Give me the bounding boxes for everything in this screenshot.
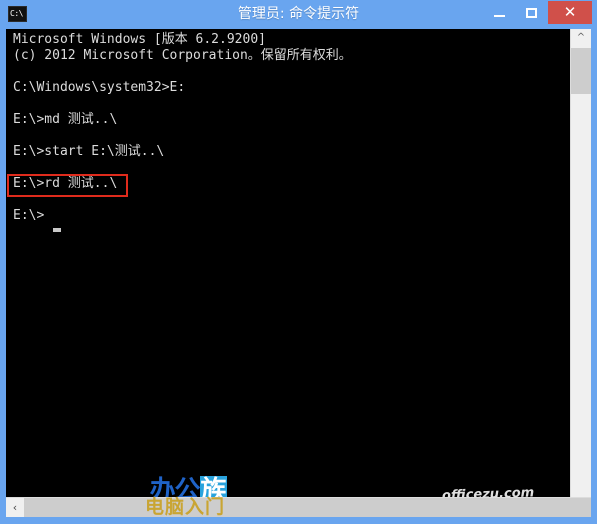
console-cursor	[53, 228, 61, 232]
vertical-scrollbar-thumb[interactable]	[571, 48, 591, 94]
maximize-button[interactable]	[518, 1, 545, 24]
maximize-icon	[526, 7, 537, 18]
watermark-brand-prefix: 办公	[149, 476, 200, 497]
watermark-brand-highlight: 族	[199, 476, 227, 497]
console-icon-glyph: C:\	[10, 9, 23, 18]
console-text: Microsoft Windows [版本 6.2.9200] (c) 2012…	[13, 32, 352, 223]
watermark-officezu-left: 办公族 Officezu.com	[118, 476, 258, 497]
watermark-brand-cn: 办公族	[118, 476, 258, 497]
vertical-scrollbar[interactable]: ^	[570, 29, 591, 497]
close-icon: ✕	[563, 3, 577, 21]
horizontal-scrollbar[interactable]: ‹	[6, 497, 591, 517]
scroll-left-button[interactable]: ‹	[6, 498, 24, 517]
window-titlebar[interactable]: C:\ 管理员: 命令提示符 ✕	[0, 0, 597, 29]
console-app-icon: C:\	[8, 6, 27, 22]
chevron-up-icon: ^	[576, 32, 586, 43]
minimize-icon	[494, 15, 505, 17]
minimize-button[interactable]	[486, 1, 513, 24]
chevron-left-icon: ‹	[12, 501, 18, 514]
command-prompt-window: C:\ 管理员: 命令提示符 ✕ Microsoft Windows [版本 6…	[0, 0, 597, 524]
watermark-officezu-right: officezu.com	[441, 485, 535, 497]
console-output-area[interactable]: Microsoft Windows [版本 6.2.9200] (c) 2012…	[6, 29, 570, 497]
close-button[interactable]: ✕	[548, 1, 592, 24]
horizontal-scrollbar-thumb[interactable]	[25, 498, 591, 517]
scroll-up-button[interactable]: ^	[571, 29, 591, 47]
